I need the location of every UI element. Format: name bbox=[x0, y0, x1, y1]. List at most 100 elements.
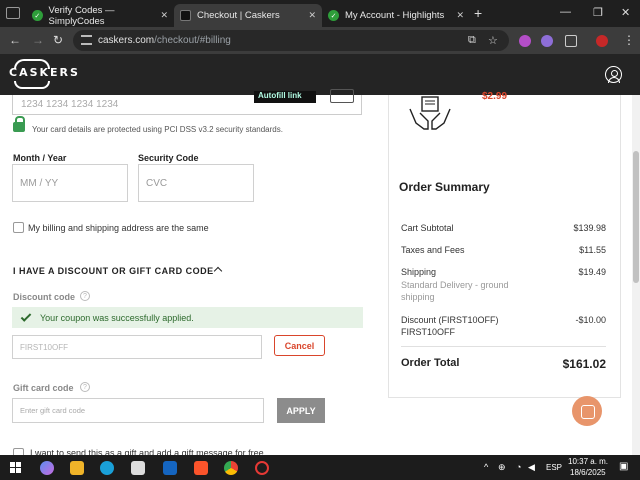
browser-tab-strip: ✓ Verify Codes — SimplyCodes ✕ Checkout … bbox=[0, 0, 640, 27]
extensions-puzzle-icon[interactable] bbox=[565, 35, 577, 47]
edge-icon[interactable] bbox=[100, 461, 114, 475]
summary-row-subtotal: Cart Subtotal $139.98 bbox=[401, 223, 606, 233]
close-window-icon[interactable]: ✕ bbox=[621, 6, 630, 19]
tab-my-account[interactable]: ✓ My Account - Highlights ✕ bbox=[322, 4, 470, 27]
minimize-icon[interactable]: — bbox=[560, 6, 571, 18]
order-total-row: Order Total $161.02 bbox=[401, 357, 606, 371]
autofill-link-badge[interactable]: Autofill link bbox=[254, 91, 316, 103]
browser-toolbar: ← → ↻ caskers.com/checkout/#billing ⧉ ☆ … bbox=[0, 27, 640, 54]
month-year-label: Month / Year bbox=[13, 153, 67, 163]
help-icon[interactable]: ? bbox=[80, 382, 90, 392]
product-price: $2.99 bbox=[482, 91, 508, 102]
back-arrow-icon[interactable]: ← bbox=[9, 33, 21, 47]
tab-title: My Account - Highlights bbox=[345, 10, 445, 21]
extension-icon[interactable] bbox=[541, 35, 553, 47]
account-user-icon[interactable] bbox=[605, 66, 622, 83]
summary-row-taxes: Taxes and Fees $11.55 bbox=[401, 245, 606, 255]
url-path: /checkout/#billing bbox=[154, 35, 231, 46]
order-summary-title: Order Summary bbox=[399, 180, 490, 194]
install-app-icon[interactable]: ⧉ bbox=[468, 34, 476, 47]
row-label: Taxes and Fees bbox=[401, 245, 465, 255]
success-message: Your coupon was successfully applied. bbox=[40, 312, 194, 323]
tab-checkout[interactable]: Checkout | Caskers ✕ bbox=[174, 4, 322, 27]
close-tab-icon[interactable]: ✕ bbox=[456, 10, 464, 21]
close-tab-icon[interactable]: ✕ bbox=[160, 10, 168, 21]
caskers-favicon-icon bbox=[180, 10, 191, 21]
page-scrollbar[interactable] bbox=[632, 95, 640, 455]
maximize-icon[interactable]: ❐ bbox=[593, 6, 603, 19]
site-info-icon[interactable] bbox=[81, 35, 92, 45]
tab-verify-codes[interactable]: ✓ Verify Codes — SimplyCodes ✕ bbox=[26, 4, 174, 27]
reload-icon[interactable]: ↻ bbox=[53, 33, 63, 47]
row-label: Discount (FIRST10OFF) bbox=[401, 315, 499, 325]
windows-taskbar: ^ ⊕ ◔ ◀ ESP 10:37 a. m. 18/6/2025 ▣ bbox=[0, 455, 640, 480]
copilot-icon[interactable] bbox=[40, 461, 54, 475]
new-tab-button[interactable]: + bbox=[474, 5, 482, 21]
gift-box-hands-icon bbox=[409, 96, 451, 130]
bookmark-star-icon[interactable]: ☆ bbox=[488, 34, 498, 47]
wifi-icon[interactable]: ◔ bbox=[516, 462, 521, 472]
row-value: $19.49 bbox=[578, 267, 606, 277]
chrome-icon[interactable] bbox=[224, 461, 238, 475]
gift-card-input[interactable]: Enter gift card code bbox=[12, 398, 264, 423]
security-code-input[interactable]: CVC bbox=[138, 164, 254, 202]
summary-row-shipping: Shipping $19.49 bbox=[401, 267, 606, 277]
gift-card-label: Gift card code bbox=[13, 383, 74, 393]
extension-icon[interactable] bbox=[519, 35, 531, 47]
discount-code-label: Discount code bbox=[13, 292, 76, 302]
apply-gift-card-button[interactable]: APPLY bbox=[277, 398, 325, 423]
clock-time[interactable]: 10:37 a. m. bbox=[568, 457, 608, 466]
tab-search-icon[interactable] bbox=[6, 7, 20, 19]
outlook-icon[interactable] bbox=[163, 461, 177, 475]
tab-title: Checkout | Caskers bbox=[197, 10, 280, 21]
volume-icon[interactable]: ◀ bbox=[528, 462, 535, 473]
security-code-label: Security Code bbox=[138, 153, 199, 163]
row-value: $11.55 bbox=[579, 245, 606, 255]
profile-avatar[interactable] bbox=[596, 35, 608, 47]
network-icon[interactable]: ⊕ bbox=[498, 462, 506, 473]
cancel-coupon-button[interactable]: Cancel bbox=[274, 335, 325, 356]
caskers-logo[interactable]: CASKERS bbox=[9, 66, 80, 79]
url-text: caskers.com/checkout/#billing bbox=[98, 35, 231, 46]
card-number-placeholder: 1234 1234 1234 1234 bbox=[21, 99, 119, 110]
card-brand-icon bbox=[330, 89, 354, 103]
shipping-method-note: Standard Delivery - ground shipping bbox=[401, 280, 509, 302]
opera-icon[interactable] bbox=[255, 461, 269, 475]
summary-divider bbox=[401, 346, 606, 347]
site-header: CASKERS bbox=[0, 54, 640, 95]
logo-arc bbox=[14, 81, 50, 89]
address-bar[interactable]: caskers.com/checkout/#billing ⧉ ☆ bbox=[73, 30, 509, 51]
help-icon[interactable]: ? bbox=[80, 291, 90, 301]
security-notice: Your card details are protected using PC… bbox=[32, 125, 283, 134]
summary-row-discount: Discount (FIRST10OFF) -$10.00 bbox=[401, 315, 606, 325]
browser-menu-icon[interactable]: ⋮ bbox=[623, 33, 635, 47]
url-host: caskers.com bbox=[98, 35, 155, 46]
discount-code-input[interactable]: FIRST10OFF bbox=[12, 335, 262, 359]
close-tab-icon[interactable]: ✕ bbox=[308, 10, 316, 21]
simplycodes-favicon-icon: ✓ bbox=[328, 10, 339, 21]
brave-icon[interactable] bbox=[194, 461, 208, 475]
windows-start-icon[interactable] bbox=[10, 462, 21, 473]
row-value: $139.98 bbox=[573, 223, 606, 233]
discount-section-toggle[interactable]: I HAVE A DISCOUNT OR GIFT CARD CODE bbox=[13, 266, 214, 276]
store-icon[interactable] bbox=[131, 461, 145, 475]
notifications-icon[interactable]: ▣ bbox=[619, 461, 628, 472]
total-label: Order Total bbox=[401, 357, 460, 369]
lock-icon bbox=[13, 116, 25, 132]
row-sub: FIRST10OFF bbox=[401, 327, 456, 337]
language-indicator[interactable]: ESP bbox=[546, 463, 562, 472]
total-value: $161.02 bbox=[562, 357, 606, 371]
clock-date[interactable]: 18/6/2025 bbox=[570, 468, 606, 477]
chat-launcher-icon[interactable] bbox=[572, 396, 602, 426]
month-year-input[interactable]: MM / YY bbox=[12, 164, 128, 202]
file-explorer-icon[interactable] bbox=[70, 461, 84, 475]
same-address-label: My billing and shipping address are the … bbox=[28, 223, 209, 233]
scrollbar-thumb[interactable] bbox=[633, 151, 639, 283]
tab-title: Verify Codes — SimplyCodes bbox=[48, 4, 115, 27]
chevron-up-icon[interactable]: ^ bbox=[484, 462, 488, 472]
coupon-success-banner: Your coupon was successfully applied. bbox=[12, 307, 363, 328]
forward-arrow-icon[interactable]: → bbox=[32, 33, 44, 47]
simplycodes-favicon-icon: ✓ bbox=[32, 10, 43, 21]
row-label: Cart Subtotal bbox=[401, 223, 454, 233]
same-address-checkbox[interactable] bbox=[13, 222, 24, 233]
